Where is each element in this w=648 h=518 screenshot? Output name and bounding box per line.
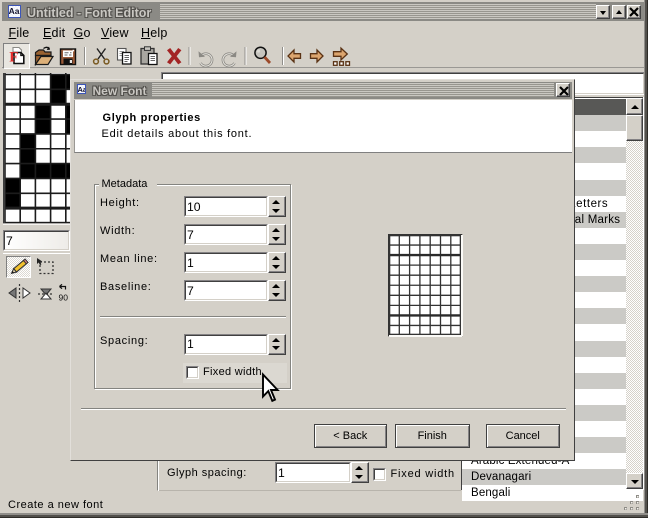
svg-text:90: 90: [59, 293, 69, 303]
svg-text:F: F: [9, 49, 18, 65]
